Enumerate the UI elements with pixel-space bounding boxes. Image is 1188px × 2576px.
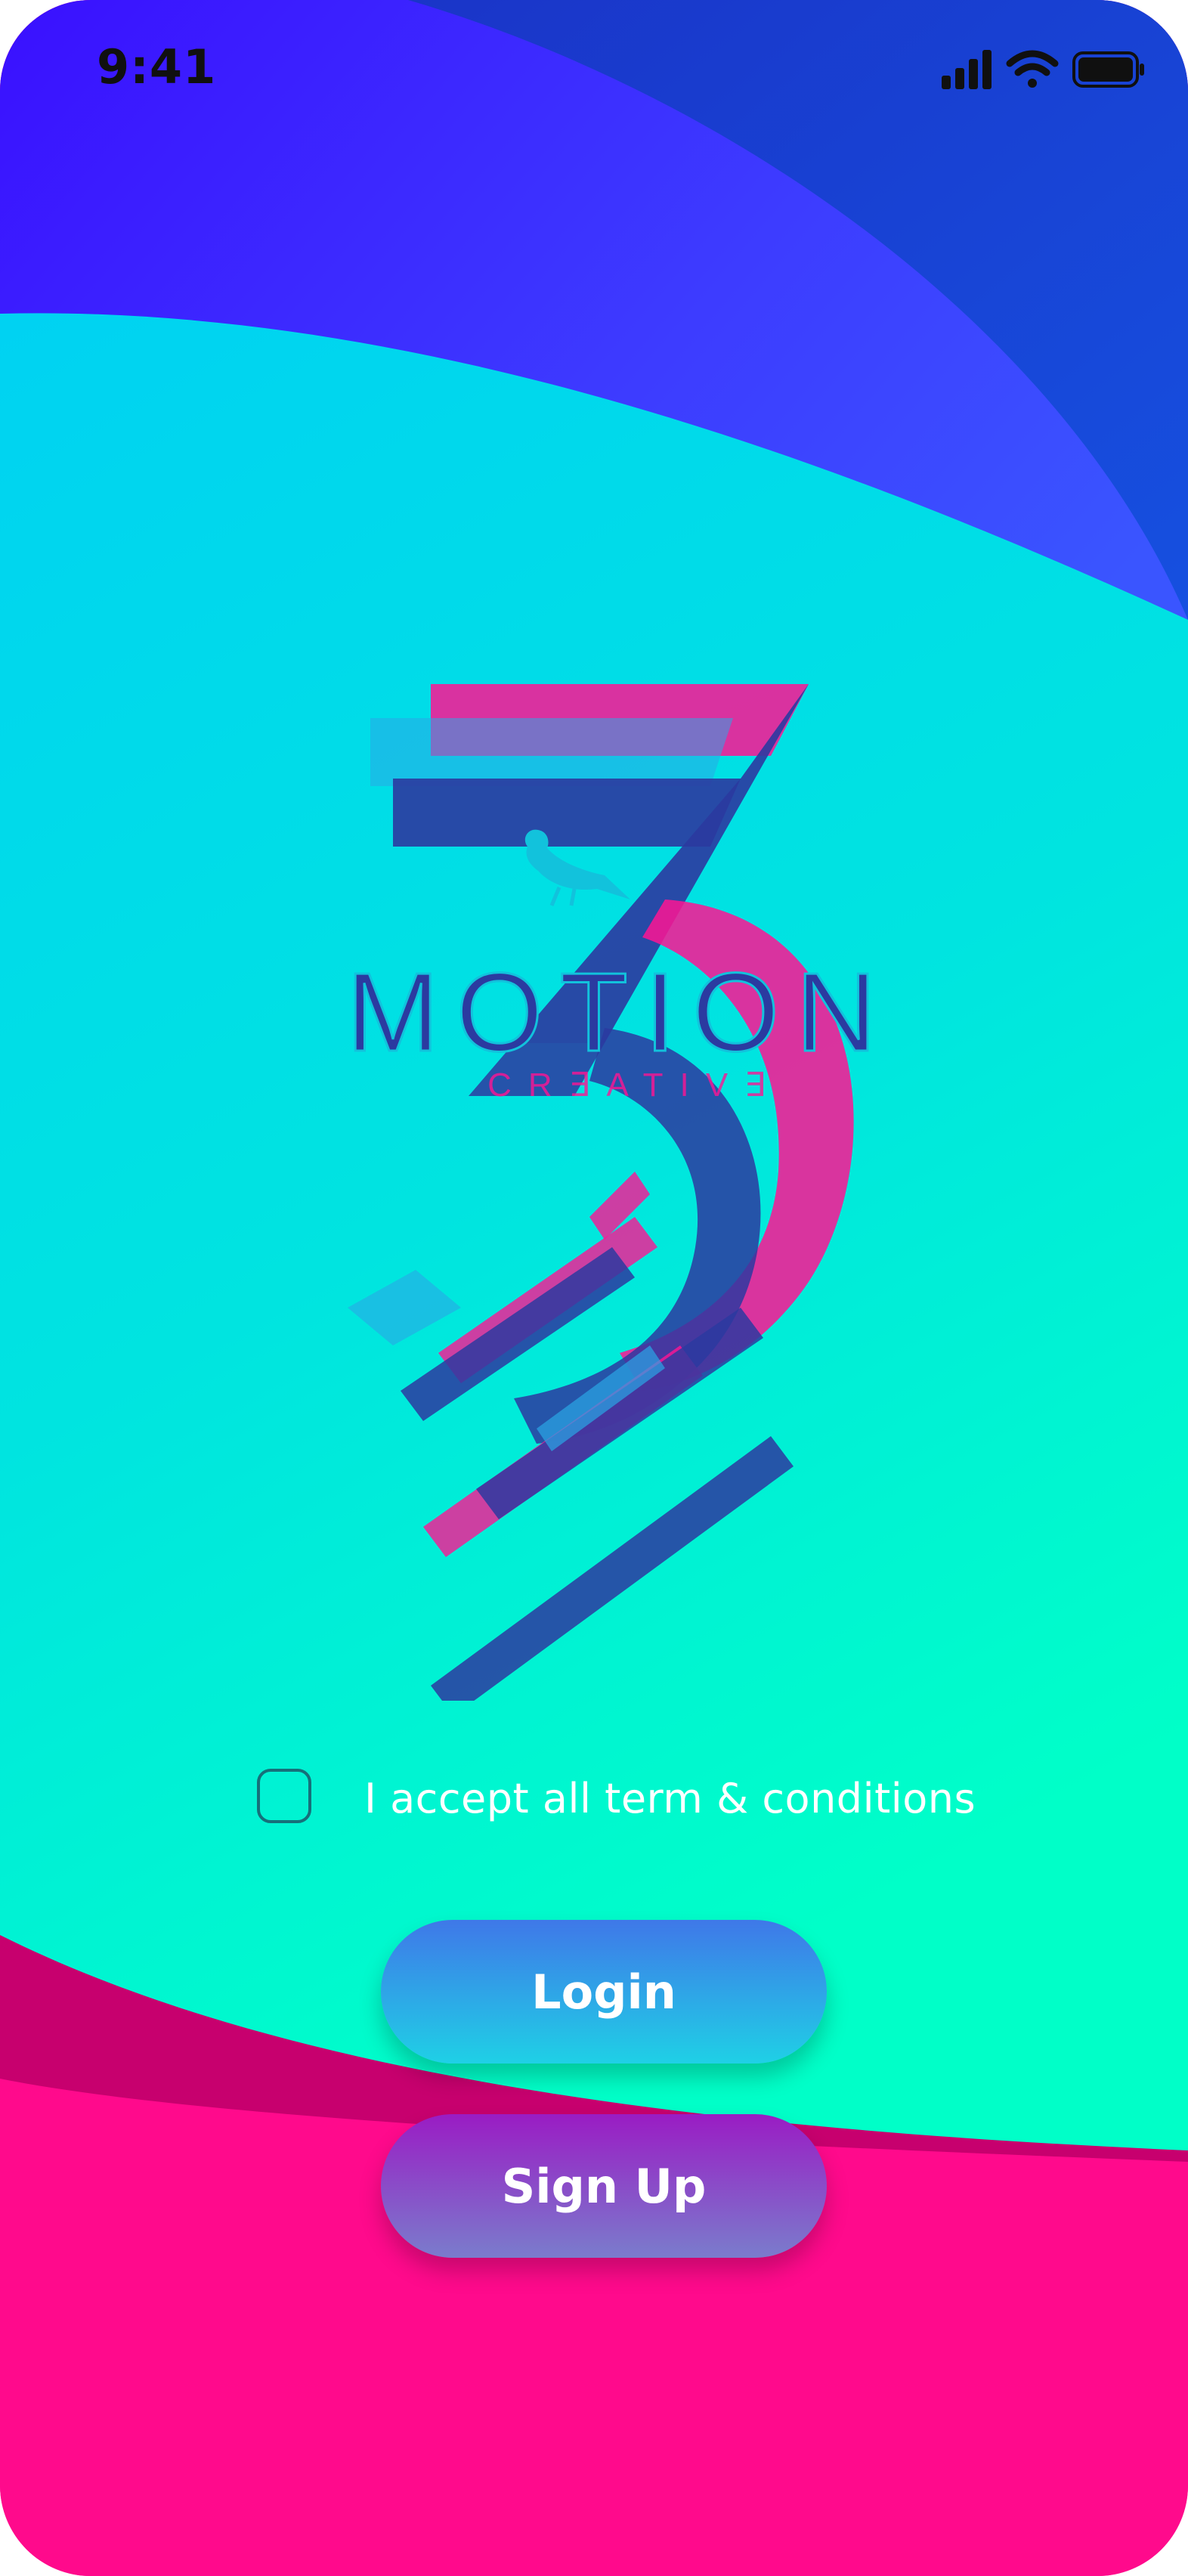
status-bar: 9:41 bbox=[0, 0, 1188, 144]
status-time: 9:41 bbox=[97, 39, 217, 94]
cellular-signal-icon bbox=[942, 50, 992, 89]
stylized-3-with-bird-icon bbox=[348, 684, 854, 1701]
login-screen: 9:41 MOTION CR∃ATIV∃ I accept all term &… bbox=[0, 0, 1188, 2576]
terms-row: I accept all term & conditions bbox=[257, 1767, 982, 1831]
motion-creative-logo: MOTION CR∃ATIV∃ bbox=[345, 684, 893, 1701]
status-icons bbox=[942, 50, 1144, 89]
logo-wordmark: MOTION bbox=[346, 950, 893, 1075]
wifi-icon bbox=[1006, 50, 1059, 88]
terms-checkbox[interactable] bbox=[257, 1769, 311, 1823]
login-button[interactable]: Login bbox=[381, 1920, 827, 2064]
logo-subtitle: CR∃ATIV∃ bbox=[487, 1067, 782, 1104]
signup-button[interactable]: Sign Up bbox=[381, 2114, 827, 2258]
terms-label: I accept all term & conditions bbox=[364, 1775, 976, 1822]
battery-icon bbox=[1072, 51, 1144, 88]
